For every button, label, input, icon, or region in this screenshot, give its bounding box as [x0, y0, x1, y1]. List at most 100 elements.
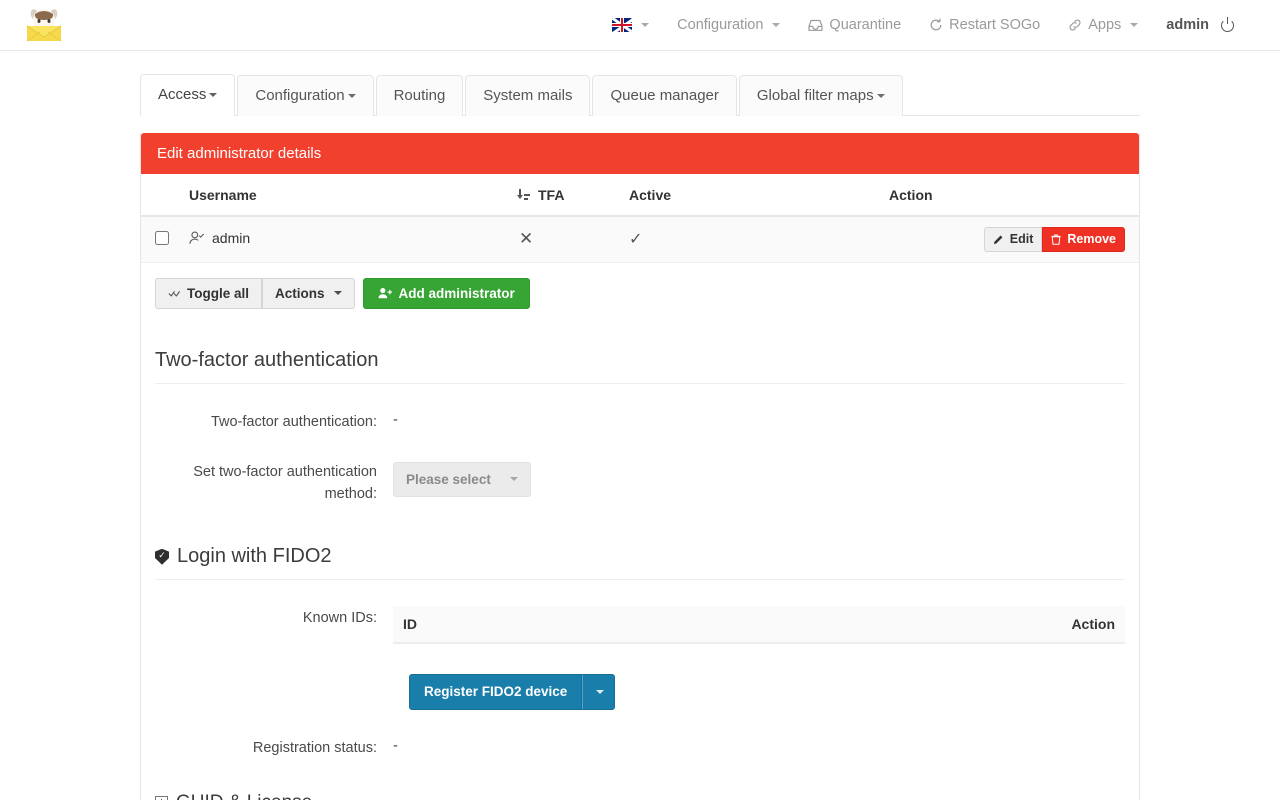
table-head: Username TFA Active Action: [141, 174, 1139, 216]
chevron-down-icon: [641, 23, 649, 27]
nav-item-restart-sogo[interactable]: Restart SOGo: [915, 0, 1054, 50]
user-plus-icon: [378, 287, 393, 299]
nav-item-user-admin[interactable]: admin: [1152, 0, 1240, 50]
inbox-icon: [808, 19, 823, 32]
fido2-heading: Login with FIDO2: [155, 545, 1125, 580]
register-fido2-device-button[interactable]: Register FIDO2 device: [409, 674, 582, 710]
nav-item-configuration[interactable]: Configuration: [663, 0, 794, 50]
row-username-cell: admin: [181, 216, 511, 262]
row-tfa-cell: ✕: [511, 216, 621, 262]
add-administrator-label: Add administrator: [399, 287, 515, 301]
two-factor-method-row: Set two-factor authentication method: Pl…: [155, 460, 1125, 506]
fido2-ids-table-head: ID Action: [393, 606, 1125, 643]
row-action-group: Edit Remove: [984, 227, 1125, 252]
tab-global-filter-maps[interactable]: Global filter maps: [739, 75, 903, 116]
nav-item-apps[interactable]: Apps: [1054, 0, 1152, 50]
two-factor-method-selected: Please select: [406, 472, 491, 487]
tab-system-mails[interactable]: System mails: [465, 75, 590, 116]
tab-configuration-label: Configuration: [255, 87, 344, 104]
tab-routing[interactable]: Routing: [376, 75, 464, 116]
remove-button[interactable]: Remove: [1042, 227, 1125, 252]
main-tabs: Access Configuration Routing System mail…: [140, 51, 1140, 116]
chevron-down-icon: [1130, 23, 1138, 27]
fido2-registration-status-label: Registration status:: [155, 736, 393, 760]
two-factor-heading: Two-factor authentication: [155, 349, 1125, 384]
caret-down-icon: [596, 690, 604, 694]
chevron-down-icon: [510, 477, 518, 481]
two-factor-method-select[interactable]: Please select: [393, 462, 531, 497]
edit-administrator-panel: Edit administrator details Username TFA …: [141, 133, 1139, 309]
fido2-ids-table: ID Action: [393, 606, 1125, 644]
tab-queue-manager-label: Queue manager: [610, 87, 718, 104]
register-fido2-device-label: Register FIDO2 device: [424, 685, 567, 699]
administrators-table: Username TFA Active Action: [141, 174, 1139, 263]
tab-queue-manager[interactable]: Queue manager: [592, 75, 736, 116]
mailcow-logo-icon: [24, 6, 64, 44]
fido2-th-action: Action: [648, 606, 1125, 643]
panel-body: Username TFA Active Action: [141, 174, 1139, 309]
navbar-right-group: Configuration Quarantine Restart SOGo Ap…: [598, 0, 1264, 50]
tfa-disabled-icon: ✕: [519, 229, 533, 249]
register-fido2-dropdown-toggle[interactable]: [582, 674, 615, 710]
uk-flag-icon: [612, 18, 632, 32]
actions-dropdown-button[interactable]: Actions: [262, 278, 355, 310]
two-factor-section: Two-factor authentication Two-factor aut…: [141, 349, 1139, 505]
table-row[interactable]: admin ✕ ✓: [141, 216, 1139, 262]
top-navbar: Configuration Quarantine Restart SOGo Ap…: [0, 0, 1280, 51]
sort-amount-desc-icon: [519, 189, 532, 201]
fido2-known-ids-label: Known IDs:: [155, 606, 393, 630]
tab-configuration[interactable]: Configuration: [237, 75, 373, 116]
fido2-registration-status-value: -: [393, 736, 1125, 754]
toggle-icon: [168, 288, 181, 299]
nav-item-apps-label: Apps: [1088, 17, 1121, 33]
collapsible-sections: GUID & License API: [141, 792, 1139, 800]
nav-item-configuration-label: Configuration: [677, 17, 763, 33]
th-select: [141, 174, 181, 216]
nav-item-quarantine[interactable]: Quarantine: [794, 0, 915, 50]
th-active[interactable]: Active: [621, 174, 881, 216]
two-factor-method-label: Set two-factor authentication method:: [155, 460, 393, 506]
actions-dropdown-label: Actions: [275, 287, 325, 301]
shield-check-icon: [155, 549, 169, 565]
section-guid-license-label: GUID & License: [176, 792, 312, 800]
active-enabled-icon: ✓: [629, 229, 642, 249]
chevron-down-icon: [334, 291, 342, 295]
plus-box-icon: [155, 796, 168, 800]
row-checkbox[interactable]: [155, 231, 169, 245]
pencil-icon: [993, 234, 1004, 245]
table-header-row: Username TFA Active Action: [141, 174, 1139, 216]
th-action: Action: [881, 174, 1139, 216]
language-switcher[interactable]: [598, 0, 663, 50]
toggle-all-button[interactable]: Toggle all: [155, 278, 262, 310]
nav-item-restart-sogo-label: Restart SOGo: [949, 17, 1040, 33]
section-guid-license[interactable]: GUID & License: [155, 792, 1125, 800]
power-icon: [1221, 19, 1234, 32]
tab-access[interactable]: Access: [140, 74, 235, 116]
two-factor-status-row: Two-factor authentication: -: [155, 410, 1125, 434]
row-action-cell: Edit Remove: [881, 216, 1139, 262]
add-administrator-button[interactable]: Add administrator: [363, 278, 530, 310]
table-body: admin ✕ ✓: [141, 216, 1139, 262]
row-select-cell: [141, 216, 181, 262]
two-factor-status-value: -: [393, 410, 1125, 428]
th-username[interactable]: Username: [181, 174, 511, 216]
trash-icon: [1051, 234, 1061, 245]
remove-button-label: Remove: [1067, 233, 1116, 246]
fido2-ids-header-row: ID Action: [393, 606, 1125, 643]
two-factor-method-value: Please select: [393, 460, 1125, 497]
tab-global-filter-maps-label: Global filter maps: [757, 87, 874, 104]
chevron-down-icon: [209, 93, 217, 97]
user-check-icon: [189, 231, 205, 248]
chevron-down-icon: [772, 23, 780, 27]
panel-title: Edit administrator details: [141, 133, 1139, 174]
fido2-th-id: ID: [393, 606, 648, 643]
edit-button[interactable]: Edit: [984, 227, 1043, 252]
tab-routing-label: Routing: [394, 87, 446, 104]
page-container: Access Configuration Routing System mail…: [140, 51, 1140, 800]
table-toolbar: Toggle all Actions Add admi: [141, 263, 1139, 310]
toggle-all-label: Toggle all: [187, 287, 249, 301]
chevron-down-icon: [877, 94, 885, 98]
tab-access-label: Access: [158, 86, 206, 103]
th-tfa[interactable]: TFA: [511, 174, 621, 216]
mailcow-logo[interactable]: [20, 5, 68, 45]
